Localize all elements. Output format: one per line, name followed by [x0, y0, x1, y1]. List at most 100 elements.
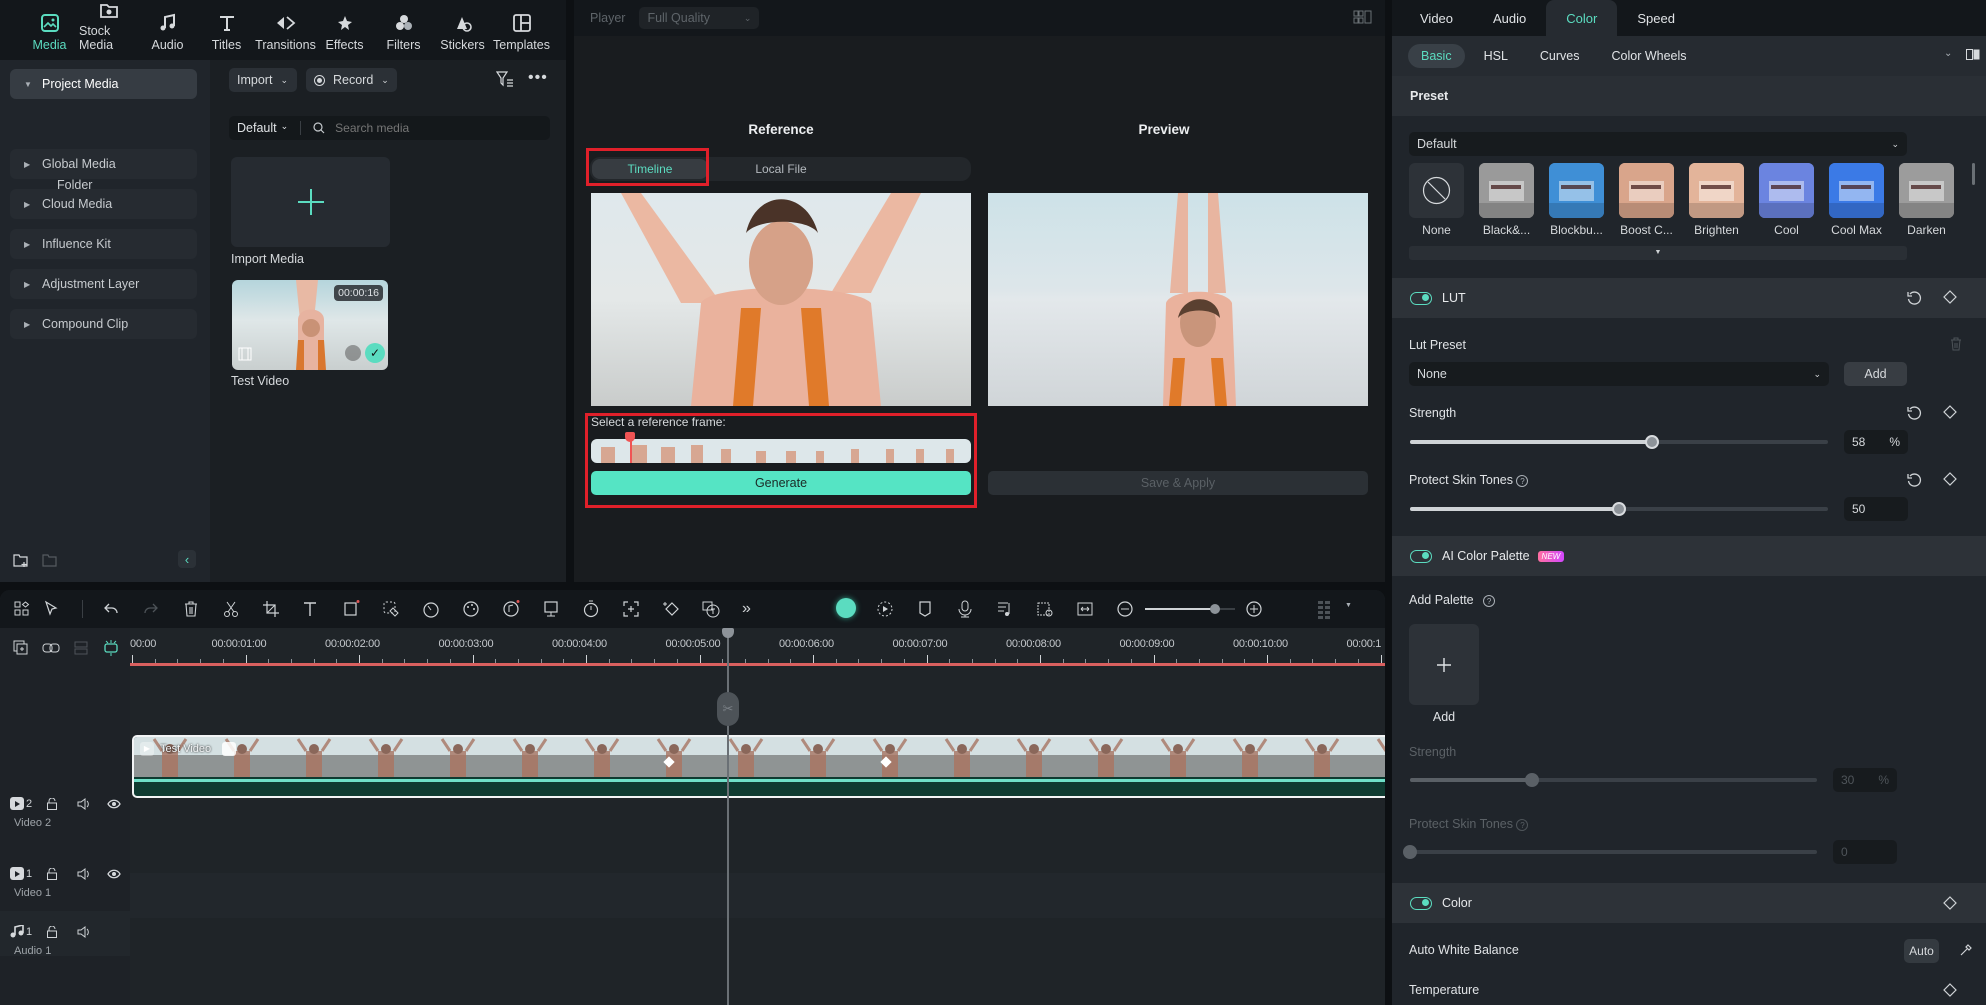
marker-icon[interactable]	[916, 600, 934, 618]
eyedropper-icon[interactable]	[1960, 944, 1972, 956]
sidebar-item-adjustment-layer[interactable]: ▶ Adjustment Layer	[10, 269, 197, 299]
media-clip-thumbnail[interactable]: 00:00:16 ✓	[232, 280, 388, 370]
keyframe-diamond-icon[interactable]	[1943, 405, 1957, 419]
caret-down-icon[interactable]: ▼	[1345, 602, 1352, 609]
slider-handle[interactable]	[1403, 845, 1417, 859]
layout-grid-icon[interactable]	[1353, 10, 1373, 24]
keyframe-add-icon[interactable]	[662, 600, 680, 618]
split-scissors-button[interactable]: ✂	[717, 692, 739, 726]
lut-toggle[interactable]	[1410, 291, 1432, 305]
more-options-icon[interactable]: •••	[528, 69, 548, 87]
lock-icon[interactable]	[46, 925, 58, 938]
tab-video[interactable]: Video	[1400, 0, 1473, 36]
chevron-down-icon[interactable]: ⌄	[1944, 48, 1952, 59]
preset-thumbnail[interactable]	[1689, 163, 1744, 218]
timeline-zoom-slider[interactable]	[1145, 604, 1235, 614]
keyframe-diamond-icon[interactable]	[1943, 290, 1957, 304]
preset-thumbnail[interactable]	[1549, 163, 1604, 218]
preset-thumbnail[interactable]	[1479, 163, 1534, 218]
sidebar-item-global-media[interactable]: ▶ Global Media	[10, 149, 197, 179]
zoom-in-icon[interactable]	[1245, 600, 1263, 618]
lock-icon[interactable]	[46, 867, 58, 880]
collapse-sidebar-button[interactable]: ‹	[178, 550, 196, 568]
add-track-icon[interactable]	[13, 640, 29, 656]
eye-icon[interactable]	[107, 869, 121, 879]
subtab-curves[interactable]: Curves	[1527, 44, 1593, 68]
work-area-bar[interactable]	[130, 663, 1385, 666]
lut-add-button[interactable]: Add	[1844, 362, 1907, 386]
filter-icon[interactable]	[496, 71, 514, 87]
slider-handle[interactable]	[1612, 502, 1626, 516]
ai-copilot-icon[interactable]	[836, 598, 856, 618]
auto-white-balance-button[interactable]: Auto	[1904, 939, 1939, 963]
scissors-icon[interactable]	[222, 600, 240, 618]
delete-folder-icon[interactable]	[42, 552, 58, 568]
subtab-hsl[interactable]: HSL	[1471, 44, 1521, 68]
tab-color[interactable]: Color	[1546, 0, 1618, 36]
nav-templates[interactable]: Templates	[492, 0, 551, 60]
add-palette-button[interactable]	[1409, 624, 1479, 705]
redo-icon[interactable]	[142, 600, 160, 618]
undo-icon[interactable]	[102, 600, 120, 618]
speech-to-text-icon[interactable]	[702, 600, 720, 618]
fit-timeline-icon[interactable]	[1076, 600, 1094, 618]
search-input[interactable]	[335, 121, 536, 135]
ai-palette-toggle[interactable]	[1410, 549, 1432, 563]
time-ruler[interactable]: 00:00 00:00:01:00 00:00:02:00 00:00:03:00 00…	[130, 628, 1385, 664]
speed-icon[interactable]	[422, 600, 440, 618]
nav-media[interactable]: Media	[20, 0, 79, 60]
speaker-icon[interactable]	[77, 867, 90, 880]
save-apply-button[interactable]: Save & Apply	[988, 471, 1368, 495]
preset-thumbnail[interactable]	[1409, 163, 1464, 218]
help-icon[interactable]: ?	[1516, 475, 1529, 487]
color-palette-icon[interactable]	[462, 600, 480, 618]
reset-icon[interactable]	[1906, 472, 1922, 488]
speaker-icon[interactable]	[77, 797, 90, 810]
keyframe-diamond-icon[interactable]	[1943, 472, 1957, 486]
preset-dropdown[interactable]: Default ⌄	[1409, 132, 1907, 156]
preset-thumbnail[interactable]	[1899, 163, 1954, 218]
lut-preset-dropdown[interactable]: None ⌄	[1409, 362, 1829, 386]
render-preview-icon[interactable]	[876, 600, 894, 618]
mask-icon[interactable]	[342, 600, 360, 618]
nav-audio[interactable]: Audio	[138, 0, 197, 60]
unlink-icon[interactable]	[73, 640, 89, 656]
sidebar-item-cloud-media[interactable]: ▶ Cloud Media	[10, 189, 197, 219]
subtab-basic[interactable]: Basic	[1408, 44, 1465, 68]
tab-local-file[interactable]: Local File	[723, 159, 839, 179]
import-media-tile[interactable]	[231, 157, 390, 247]
select-cursor-icon[interactable]	[43, 600, 61, 618]
text-icon[interactable]	[302, 600, 320, 618]
nav-titles[interactable]: Titles	[197, 0, 256, 60]
nav-transitions[interactable]: Transitions	[255, 0, 316, 60]
record-button[interactable]: Record ⌄	[306, 68, 397, 92]
lut-protect-skin-slider[interactable]	[1410, 502, 1828, 516]
more-tools-icon[interactable]: »	[742, 600, 760, 618]
playhead[interactable]	[727, 628, 729, 1005]
subtab-color-wheels[interactable]: Color Wheels	[1599, 44, 1700, 68]
microphone-icon[interactable]	[956, 600, 974, 618]
sort-dropdown[interactable]: Default ⌄	[237, 121, 288, 135]
tab-speed[interactable]: Speed	[1617, 0, 1695, 36]
lut-strength-slider[interactable]	[1410, 435, 1828, 449]
nav-filters[interactable]: Filters	[374, 0, 433, 60]
reset-icon[interactable]	[1906, 405, 1922, 421]
preset-scrollbar[interactable]	[1972, 163, 1975, 185]
color-toggle[interactable]	[1410, 896, 1432, 910]
help-icon[interactable]: ?	[1483, 595, 1496, 607]
slider-handle[interactable]	[1525, 773, 1540, 787]
expand-presets-button[interactable]: ▼	[1409, 246, 1907, 260]
preset-thumbnail[interactable]	[1619, 163, 1674, 218]
help-icon[interactable]: ?	[1516, 819, 1529, 831]
trash-icon[interactable]	[1950, 337, 1962, 351]
reset-icon[interactable]	[1906, 290, 1922, 306]
nav-stickers[interactable]: Stickers	[433, 0, 492, 60]
sidebar-item-compound-clip[interactable]: ▶ Compound Clip	[10, 309, 197, 339]
palette-strength-input[interactable]: 30%	[1833, 768, 1897, 792]
sidebar-item-project-media[interactable]: ▼ Project Media	[10, 69, 197, 99]
keyframe-diamond-icon[interactable]	[1943, 983, 1957, 997]
keyframe-diamond-icon[interactable]	[1943, 896, 1957, 910]
new-folder-icon[interactable]	[13, 552, 29, 568]
lut-strength-input[interactable]: 58%	[1844, 430, 1908, 454]
palette-protect-skin-slider[interactable]	[1403, 845, 1817, 859]
